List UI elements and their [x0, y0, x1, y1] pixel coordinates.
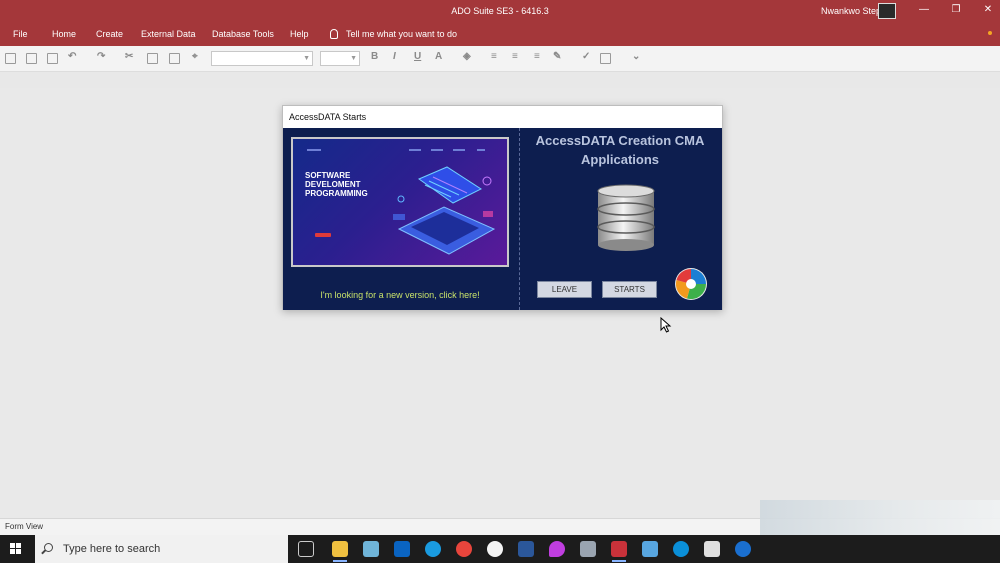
tab-home[interactable]: Home	[52, 29, 76, 39]
word-icon[interactable]	[518, 541, 534, 557]
promo-nav-line	[409, 149, 421, 151]
tell-me-text: Tell me what you want to do	[346, 29, 458, 39]
minimize-button[interactable]: —	[914, 2, 934, 18]
leave-button[interactable]: LEAVE	[537, 281, 592, 298]
taskbar: Type here to search	[0, 535, 1000, 563]
browser-app-icon[interactable]	[735, 541, 751, 557]
task-view-icon[interactable]	[298, 541, 314, 557]
app-heading: AccessDATA Creation CMA Applications	[535, 133, 705, 167]
promo-nav-line	[431, 149, 443, 151]
quick-toolbar: ↶ ↷ ✂ ⌖ ▼ ▼ B I U A ◈ ≡ ≡ ≡ ✎ ✓ ⌄	[0, 46, 1000, 72]
ribbon-tabs: File Home Create External Data Database …	[0, 26, 1000, 44]
promo-image[interactable]: SOFTWARE DEVELOMENT PROGRAMMING	[291, 137, 509, 267]
tab-create[interactable]: Create	[96, 29, 123, 39]
font-color-button[interactable]: A	[435, 51, 442, 62]
align-left-icon[interactable]: ≡	[491, 51, 497, 62]
start-tile	[10, 543, 15, 548]
title-bar: ADO Suite SE3 - 6416.3 Nwankwo Stephen —…	[0, 0, 1000, 46]
close-button[interactable]: ✕	[978, 2, 998, 18]
promo-headline: DEVELOMENT	[305, 180, 361, 189]
save-icon[interactable]	[5, 53, 16, 64]
font-name-combo[interactable]: ▼	[211, 51, 313, 66]
tell-me-box[interactable]: Tell me what you want to do	[330, 29, 457, 39]
promo-nav-line	[453, 149, 465, 151]
promo-nav-line	[307, 149, 321, 151]
form-divider	[519, 128, 520, 310]
archive-app-icon[interactable]	[704, 541, 720, 557]
access-icon[interactable]	[611, 541, 627, 562]
promo-headline: SOFTWARE	[305, 171, 351, 180]
lightbulb-icon	[330, 29, 338, 39]
customize-toolbar-button[interactable]: ⌄	[632, 51, 640, 62]
chrome-icon[interactable]	[456, 541, 472, 557]
underline-button[interactable]: U	[414, 51, 421, 62]
font-size-combo[interactable]: ▼	[320, 51, 360, 66]
check-icon[interactable]: ✓	[582, 51, 590, 62]
undo-icon[interactable]: ↶	[68, 51, 76, 62]
delete-icon[interactable]	[47, 53, 58, 64]
skype-icon[interactable]	[673, 541, 689, 557]
form-window: AccessDATA Starts SOFTWARE DEVELOMENT PR…	[282, 105, 723, 310]
form-title: AccessDATA Starts	[289, 112, 367, 122]
cut-icon[interactable]: ✂	[125, 51, 133, 62]
starts-button[interactable]: STARTS	[602, 281, 657, 298]
align-right-icon[interactable]: ≡	[534, 51, 540, 62]
calculator-icon[interactable]	[580, 541, 596, 557]
file-explorer-icon[interactable]	[332, 541, 348, 562]
align-center-icon[interactable]: ≡	[512, 51, 518, 62]
italic-button[interactable]: I	[393, 51, 396, 62]
chevron-down-icon: ▼	[350, 55, 357, 62]
outlook-icon[interactable]	[394, 541, 410, 557]
tab-external-data[interactable]: External Data	[141, 29, 196, 39]
print-preview-icon[interactable]	[26, 53, 37, 64]
pie-chart-icon	[675, 268, 707, 300]
laptop-illustration-icon	[393, 166, 496, 255]
avatar[interactable]	[878, 3, 896, 19]
view-status: Form View	[5, 522, 44, 531]
start-tile	[16, 549, 21, 554]
promo-nav-line	[477, 149, 485, 151]
edge-icon[interactable]	[425, 541, 441, 557]
mouse-cursor-icon	[660, 317, 672, 333]
paste-icon[interactable]	[169, 53, 180, 64]
tab-help[interactable]: Help	[290, 29, 309, 39]
gridlines-icon[interactable]	[600, 53, 611, 64]
opera-icon[interactable]	[487, 541, 503, 557]
format-painter-icon[interactable]: ⌖	[192, 51, 198, 62]
fill-color-icon[interactable]: ◈	[463, 51, 471, 62]
search-icon	[44, 543, 53, 552]
shape-outline-icon[interactable]: ✎	[553, 51, 561, 62]
chevron-down-icon: ▼	[303, 55, 310, 62]
window-app-icon[interactable]	[642, 541, 658, 557]
bold-button[interactable]: B	[371, 51, 378, 62]
start-tile	[10, 549, 15, 554]
tab-database-tools[interactable]: Database Tools	[212, 29, 274, 39]
search-placeholder: Type here to search	[63, 543, 161, 555]
promo-headline: PROGRAMMING	[305, 189, 368, 198]
form-body: SOFTWARE DEVELOMENT PROGRAMMING I'm look…	[283, 128, 722, 310]
windows-start-icon[interactable]	[10, 543, 22, 555]
redo-icon[interactable]: ↷	[97, 51, 105, 62]
tab-file[interactable]: File	[13, 29, 28, 39]
start-tile	[16, 543, 21, 548]
database-icon	[597, 184, 655, 251]
color-drop-icon[interactable]	[549, 541, 565, 557]
taskbar-search[interactable]: Type here to search	[35, 535, 288, 563]
new-version-link[interactable]: I'm looking for a new version, click her…	[291, 290, 509, 300]
promo-button-graphic	[315, 233, 331, 237]
copy-icon[interactable]	[147, 53, 158, 64]
notes-app-icon[interactable]	[363, 541, 379, 557]
restore-button[interactable]: ❐	[946, 2, 966, 18]
